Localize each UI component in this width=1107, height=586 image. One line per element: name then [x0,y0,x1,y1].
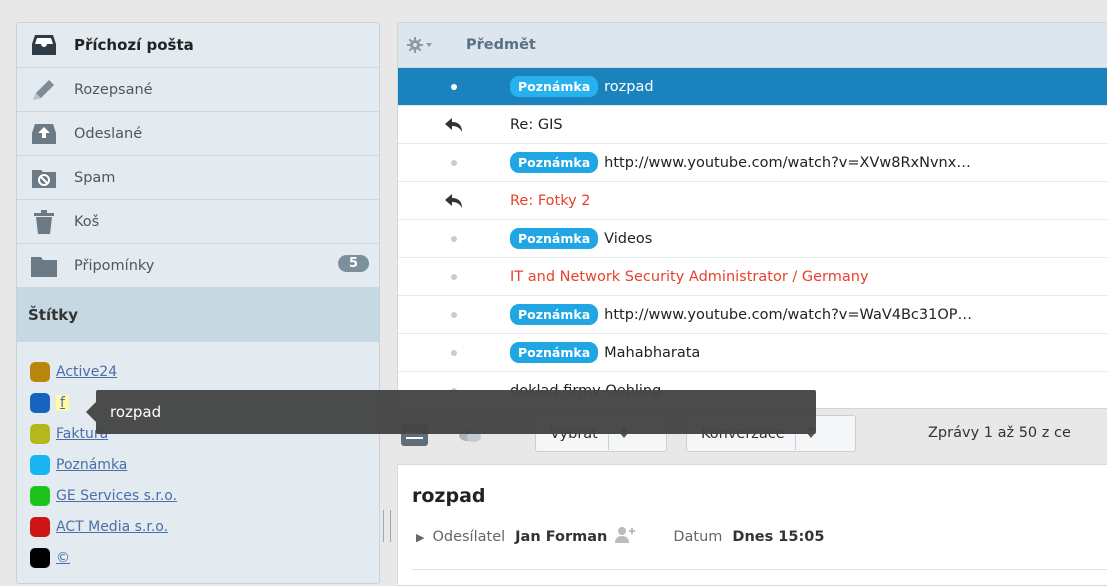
label-item-copyright[interactable]: © [17,542,379,573]
label-link[interactable]: f [56,394,69,411]
sender-name[interactable]: Jan Forman [515,529,607,545]
label-color-swatch [30,392,50,413]
label-tag: Poznámka [510,342,599,363]
label-color-swatch [30,454,50,475]
labels-list: Active24 f Faktura Poznámka GE Services … [17,342,379,573]
subject-column-header[interactable]: Předmět [466,37,536,53]
read-dot [451,159,457,166]
label-item-poznamka[interactable]: Poznámka [17,449,379,480]
message-subject: Mahabharata [604,344,701,361]
message-subject: Re: Fotky 2 [510,192,591,209]
label-link[interactable]: GE Services s.r.o. [56,488,177,504]
message-row[interactable]: Poznámka http://www.youtube.com/watch?v=… [398,144,1107,182]
label-tag: Poznámka [510,304,599,325]
sender-label: Odesílatel [432,529,506,545]
read-dot [451,349,457,356]
expand-arrow-icon[interactable]: ▶ [416,531,424,544]
label-color-swatch [30,485,50,506]
folder-spam[interactable]: Spam [17,156,379,200]
label-link[interactable]: ACT Media s.r.o. [56,519,168,535]
folder-sent[interactable]: Odeslané [17,112,379,156]
label-tag: Poznámka [510,76,599,97]
tooltip: rozpad [96,390,816,434]
label-tag: Poznámka [510,228,599,249]
message-subject: IT and Network Security Administrator / … [510,268,869,285]
folder-label: Spam [74,169,116,186]
message-list: Předmět Poznámka rozpad Re: GIS Poznámka… [397,22,1107,409]
message-count: Zprávy 1 až 50 z ce [928,425,1071,441]
folder-icon [31,254,57,278]
folder-label: Odeslané [74,125,143,142]
reply-icon [445,193,462,208]
message-row[interactable]: Poznámka Mahabharata [398,334,1107,372]
list-header: Předmět [398,23,1107,68]
sidebar: Příchozí pošta Rozepsané Odeslané Spam K… [16,22,380,584]
preview-subject: rozpad [412,485,486,507]
list-options-button[interactable] [398,37,444,53]
label-color-swatch [30,361,50,382]
tooltip-text: rozpad [110,403,162,421]
folder-reminders[interactable]: Připomínky 5 [17,244,379,288]
message-preview: rozpad ▶ Odesílatel Jan Forman Datum Dne… [397,464,1107,586]
label-link[interactable]: Active24 [56,364,117,380]
read-dot [451,311,457,318]
message-row[interactable]: IT and Network Security Administrator / … [398,258,1107,296]
folder-label: Příchozí pošta [74,36,194,54]
message-subject: http://www.youtube.com/watch?v=XVw8RxNvn… [604,154,971,171]
message-row[interactable]: Poznámka http://www.youtube.com/watch?v=… [398,296,1107,334]
sent-icon [31,122,57,146]
folder-drafts[interactable]: Rozepsané [17,68,379,112]
read-dot [451,235,457,242]
folder-label: Připomínky [74,257,155,274]
folder-inbox[interactable]: Příchozí pošta [17,23,379,68]
folder-label: Koš [74,213,100,230]
date-label: Datum [673,529,723,545]
reply-icon [445,117,462,132]
pencil-icon [31,78,57,102]
reminders-count-badge: 5 [337,255,369,272]
message-row[interactable]: Poznámka Videos [398,220,1107,258]
unread-dot [451,83,457,90]
message-row[interactable]: Poznámka rozpad [398,68,1107,106]
spam-icon [31,166,57,190]
inbox-icon [31,33,57,57]
tooltip-arrow [86,402,96,422]
date-value: Dnes 15:05 [732,529,825,545]
label-item-ge-services[interactable]: GE Services s.r.o. [17,480,379,511]
label-link[interactable]: Poznámka [56,457,127,473]
add-contact-icon[interactable] [615,527,637,547]
message-row[interactable]: Re: Fotky 2 [398,182,1107,220]
message-subject: Re: GIS [510,116,563,133]
label-color-swatch [30,516,50,537]
label-item-act-media[interactable]: ACT Media s.r.o. [17,511,379,542]
read-dot [451,273,457,280]
message-subject: rozpad [604,78,654,95]
message-subject: http://www.youtube.com/watch?v=WaV4Bc31O… [604,306,973,323]
divider [412,569,1107,570]
gear-icon [407,37,432,53]
label-item-active24[interactable]: Active24 [17,356,379,387]
label-color-swatch [30,547,50,568]
preview-meta: ▶ Odesílatel Jan Forman Datum Dnes 15:05 [416,527,824,547]
message-subject: Videos [604,230,653,247]
folder-label: Rozepsané [74,81,153,98]
folder-trash[interactable]: Koš [17,200,379,244]
pane-resize-handle[interactable] [383,510,391,542]
labels-heading: Štítky [17,288,379,342]
label-link[interactable]: © [56,550,70,566]
label-color-swatch [30,423,50,444]
message-row[interactable]: Re: GIS [398,106,1107,144]
trash-icon [31,209,57,234]
label-tag: Poznámka [510,152,599,173]
